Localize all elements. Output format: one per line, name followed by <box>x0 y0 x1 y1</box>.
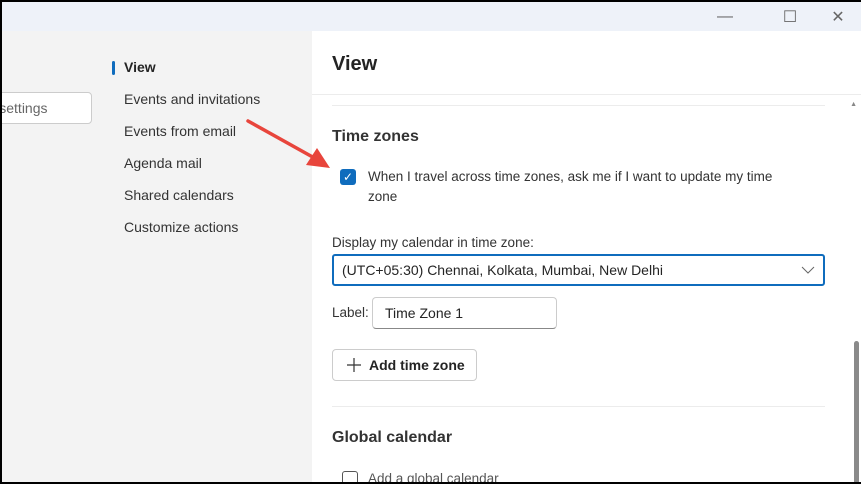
annotation-arrow <box>246 119 330 168</box>
